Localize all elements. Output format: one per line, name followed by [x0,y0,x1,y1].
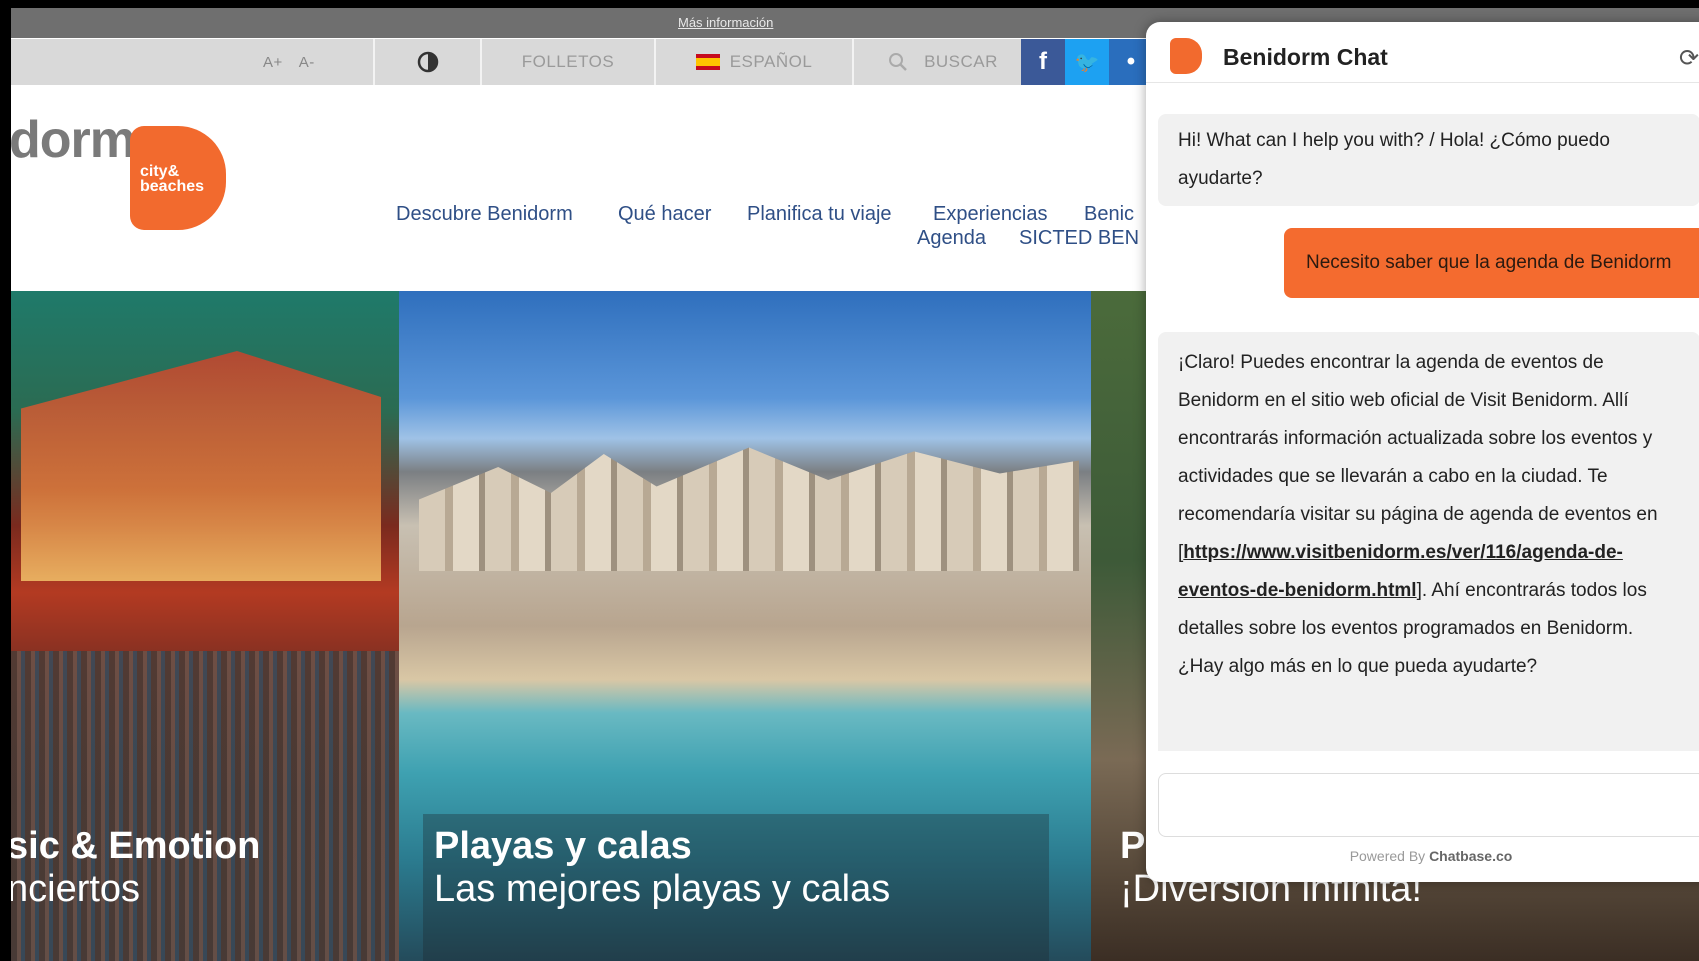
logo-badge[interactable]: city& beaches [130,126,226,230]
caption-title: sic & Emotion [11,825,261,867]
search-button[interactable]: BUSCAR [852,39,1032,85]
nav-agenda[interactable]: Agenda [917,227,986,250]
search-label: BUSCAR [924,52,998,71]
chat-input[interactable] [1158,773,1699,837]
chat-messages[interactable]: Hi! What can I help you with? / Hola! ¿C… [1146,83,1699,751]
caption-title: Playas y calas [434,825,692,867]
font-decrease-button[interactable]: A- [299,54,315,71]
font-increase-button[interactable]: A+ [263,54,283,71]
bot-greeting-message: Hi! What can I help you with? / Hola! ¿C… [1158,114,1699,206]
bot-reply-text: ¡Claro! Puedes encontrar la agenda de ev… [1178,352,1658,563]
chat-header: Benidorm Chat ⟳ [1146,22,1699,83]
nav-planifica[interactable]: Planifica tu viaje [747,203,892,226]
contrast-icon [417,51,438,73]
skyline-image [419,447,1079,571]
chat-widget: Benidorm Chat ⟳ Hi! What can I help you … [1146,22,1699,882]
hero-caption-music: sic & Emotion nciertos [11,825,260,911]
logo-badge-text: city& beaches [140,163,205,195]
language-selector[interactable]: ESPAÑOL [654,39,852,85]
browser-viewport: Más información A+ A- FOLLETOS ESPAÑOL B… [11,8,1699,961]
search-icon [889,53,907,71]
hero-caption-beaches: Playas y calas Las mejores playas y cala… [434,825,890,911]
bot-reply-message: ¡Claro! Puedes encontrar la agenda de ev… [1158,332,1699,751]
more-info-link[interactable]: Más información [678,15,773,30]
stage-image [21,351,381,581]
nav-descubre[interactable]: Descubre Benidorm [396,203,573,226]
powered-by: Powered By Chatbase.co [1146,848,1699,864]
refresh-icon[interactable]: ⟳ [1679,44,1699,73]
crowd-image [11,651,399,961]
powered-prefix: Powered By [1349,848,1426,864]
facebook-icon[interactable]: f [1021,39,1065,85]
user-message: Necesito saber que la agenda de Benidorm [1284,228,1699,298]
nav-que-hacer[interactable]: Qué hacer [618,203,711,226]
logo-text[interactable]: dorm [11,110,136,170]
powered-brand-link[interactable]: Chatbase.co [1429,848,1512,864]
chat-logo-icon [1170,38,1202,74]
brochures-button[interactable]: FOLLETOS [480,39,654,85]
contrast-button[interactable] [373,39,480,85]
nav-benidorm[interactable]: Benic [1084,203,1134,226]
brochures-label: FOLLETOS [521,52,615,71]
font-size-controls: A+ A- [241,39,371,85]
caption-subtitle: Las mejores playas y calas [434,868,891,910]
nav-sicted[interactable]: SICTED BEN [1019,227,1139,250]
chat-title: Benidorm Chat [1223,44,1388,70]
language-label: ESPAÑOL [729,52,813,71]
nav-experiencias[interactable]: Experiencias [933,203,1048,226]
caption-subtitle: nciertos [11,868,141,910]
spain-flag-icon [695,54,720,70]
twitter-icon[interactable]: 🐦 [1065,39,1109,85]
